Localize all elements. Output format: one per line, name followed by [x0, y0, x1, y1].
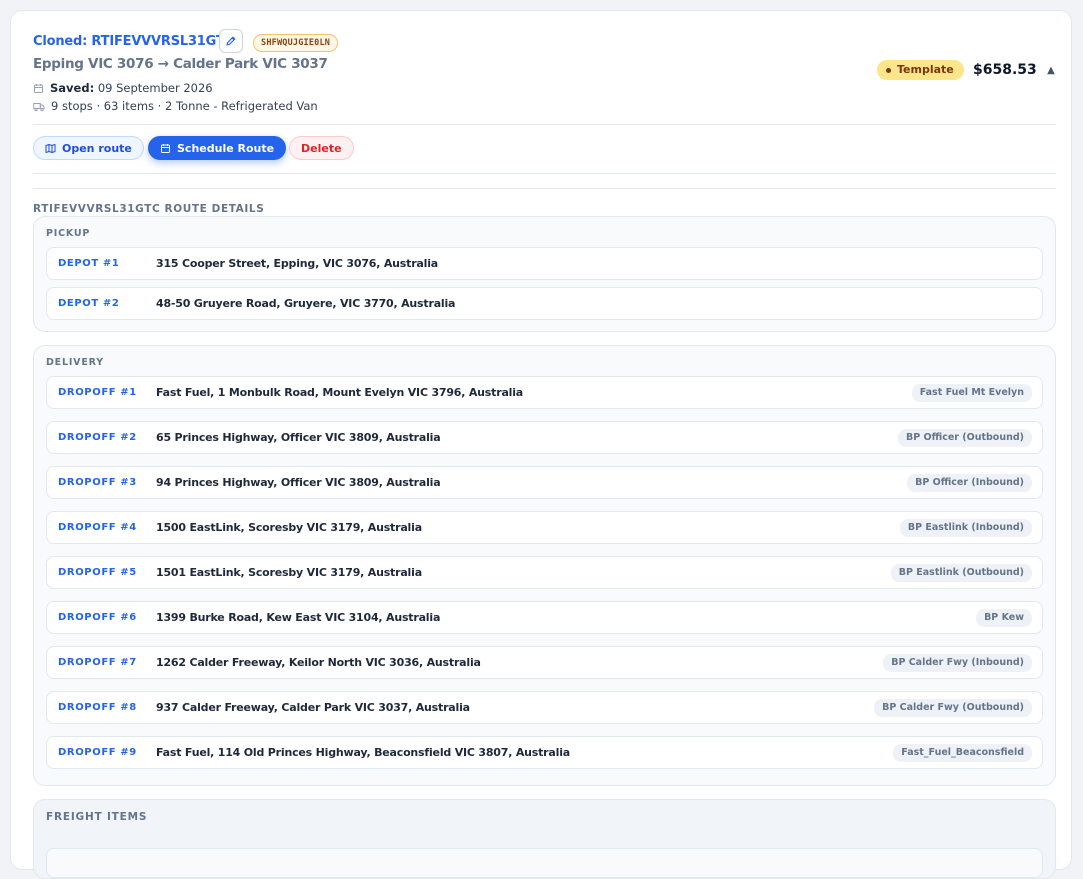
schedule-route-label: Schedule Route — [177, 141, 275, 155]
pickup-stop[interactable]: DEPOT #2 48-50 Gruyere Road, Gruyere, VI… — [46, 287, 1043, 320]
route-details-title: RTIFEVVVRSL31GTC ROUTE DETAILS — [33, 203, 265, 215]
template-status-badge: Template — [877, 60, 964, 80]
stop-address: Fast Fuel, 1 Monbulk Road, Mount Evelyn … — [156, 386, 524, 399]
freight-items-panel: FREIGHT ITEMS — [33, 799, 1056, 879]
dropoff-stop[interactable]: DROPOFF #9 Fast Fuel, 114 Old Princes Hi… — [46, 736, 1043, 769]
delivery-panel: DELIVERY DROPOFF #1 Fast Fuel, 1 Monbulk… — [33, 345, 1056, 786]
schedule-route-button[interactable]: Schedule Route — [148, 136, 287, 160]
delivery-label: DELIVERY — [46, 357, 104, 368]
stops-summary-row: 9 stops · 63 items · 2 Tonne - Refrigera… — [33, 99, 318, 113]
saved-date: 09 September 2026 — [97, 81, 213, 95]
stop-address: 937 Calder Freeway, Calder Park VIC 3037… — [156, 701, 470, 714]
dropoff-stop[interactable]: DROPOFF #3 94 Princes Highway, Officer V… — [46, 466, 1043, 499]
stop-label: DROPOFF #1 — [58, 387, 137, 398]
stop-tag: BP Eastlink (Inbound) — [899, 519, 1032, 537]
stop-label: DROPOFF #8 — [58, 702, 137, 713]
open-route-label: Open route — [62, 141, 132, 155]
dropoff-stop[interactable]: DROPOFF #2 65 Princes Highway, Officer V… — [46, 421, 1043, 454]
reference-code-badge: SHFWQUJGIE0LN — [253, 34, 339, 52]
stop-tag: BP Eastlink (Outbound) — [890, 564, 1032, 582]
pickup-stop[interactable]: DEPOT #1 315 Cooper Street, Epping, VIC … — [46, 247, 1043, 280]
stop-address: 48-50 Gruyere Road, Gruyere, VIC 3770, A… — [156, 297, 456, 310]
calendar-icon — [160, 143, 171, 154]
stop-label: DROPOFF #7 — [58, 657, 137, 668]
route-summary: Epping VIC 3076 → Calder Park VIC 3037 — [33, 56, 328, 72]
delete-label: Delete — [301, 141, 342, 155]
route-card: Cloned: RTIFEVVVRSL31GTC SHFWQUJGIE0LN E… — [10, 10, 1072, 879]
route-price: $658.53 — [973, 62, 1037, 78]
dropoff-stop[interactable]: DROPOFF #4 1500 EastLink, Scoresby VIC 3… — [46, 511, 1043, 544]
stop-address: 1399 Burke Road, Kew East VIC 3104, Aust… — [156, 611, 441, 624]
stop-label: DEPOT #1 — [58, 258, 120, 269]
stop-label: DEPOT #2 — [58, 298, 120, 309]
stop-address: 315 Cooper Street, Epping, VIC 3076, Aus… — [156, 257, 438, 270]
stop-label: DROPOFF #3 — [58, 477, 137, 488]
stop-label: DROPOFF #4 — [58, 522, 137, 533]
dropoff-stop[interactable]: DROPOFF #5 1501 EastLink, Scoresby VIC 3… — [46, 556, 1043, 589]
map-icon — [45, 143, 56, 154]
stop-address: 1262 Calder Freeway, Keilor North VIC 30… — [156, 656, 481, 669]
stop-tag: Fast_Fuel_Beaconsfield — [893, 744, 1032, 762]
truck-icon — [33, 101, 45, 112]
divider — [33, 124, 1056, 125]
saved-label: Saved: — [50, 81, 95, 95]
stop-address: 1501 EastLink, Scoresby VIC 3179, Austra… — [156, 566, 422, 579]
stop-label: DROPOFF #9 — [58, 747, 137, 758]
stop-tag: BP Kew — [976, 609, 1032, 627]
divider — [33, 188, 1056, 189]
freight-items-title: FREIGHT ITEMS — [46, 811, 148, 823]
stop-address: Fast Fuel, 114 Old Princes Highway, Beac… — [156, 746, 570, 759]
stop-tag: BP Officer (Inbound) — [907, 474, 1032, 492]
stop-label: DROPOFF #6 — [58, 612, 137, 623]
collapse-chevron-up-icon[interactable]: ▲ — [1044, 63, 1058, 77]
pickup-panel: PICKUP DEPOT #1 315 Cooper Street, Eppin… — [33, 216, 1056, 332]
dropoff-stop[interactable]: DROPOFF #6 1399 Burke Road, Kew East VIC… — [46, 601, 1043, 634]
stop-tag: BP Calder Fwy (Inbound) — [883, 654, 1032, 672]
stop-tag: Fast Fuel Mt Evelyn — [911, 384, 1032, 402]
status-dot-icon — [886, 67, 891, 73]
stop-tag: BP Officer (Outbound) — [898, 429, 1032, 447]
calendar-icon — [33, 83, 44, 94]
pickup-label: PICKUP — [46, 228, 91, 239]
stop-address: 65 Princes Highway, Officer VIC 3809, Au… — [156, 431, 441, 444]
dropoff-stop[interactable]: DROPOFF #7 1262 Calder Freeway, Keilor N… — [46, 646, 1043, 679]
template-status-label: Template — [897, 63, 954, 76]
edit-button[interactable] — [219, 29, 243, 53]
stops-summary: 9 stops · 63 items · 2 Tonne - Refrigera… — [51, 99, 318, 113]
stop-address: 1500 EastLink, Scoresby VIC 3179, Austra… — [156, 521, 422, 534]
freight-item-row — [46, 848, 1043, 878]
stop-address: 94 Princes Highway, Officer VIC 3809, Au… — [156, 476, 441, 489]
cloned-route-title[interactable]: Cloned: RTIFEVVVRSL31GTC — [33, 34, 234, 49]
stop-label: DROPOFF #2 — [58, 432, 137, 443]
open-route-button[interactable]: Open route — [33, 136, 144, 160]
pencil-icon — [225, 35, 237, 47]
delete-button[interactable]: Delete — [289, 136, 354, 160]
stop-label: DROPOFF #5 — [58, 567, 137, 578]
dropoff-stop[interactable]: DROPOFF #8 937 Calder Freeway, Calder Pa… — [46, 691, 1043, 724]
divider — [33, 173, 1056, 174]
dropoff-stop[interactable]: DROPOFF #1 Fast Fuel, 1 Monbulk Road, Mo… — [46, 376, 1043, 409]
stop-tag: BP Calder Fwy (Outbound) — [874, 699, 1032, 717]
saved-date-row: Saved: 09 September 2026 — [33, 81, 213, 95]
